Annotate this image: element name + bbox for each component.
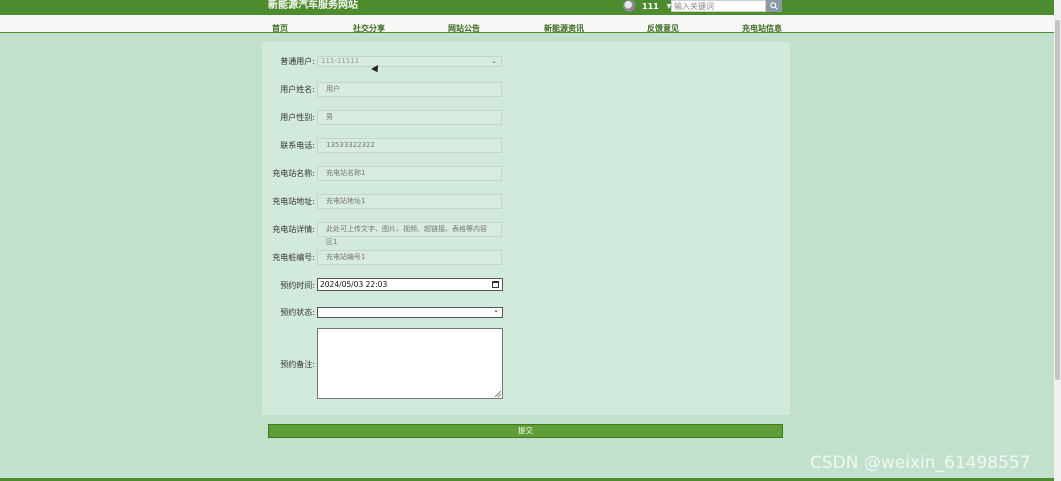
nav-item-charging-stations[interactable]: 充电站信息 (742, 24, 782, 34)
label-user-name: 用户姓名: (280, 85, 315, 94)
username[interactable]: 111 (642, 2, 659, 11)
label-phone: 联系电话: (280, 141, 315, 150)
chevron-down-icon: ⌄ (493, 306, 499, 314)
search-icon (770, 2, 778, 10)
booking-time-value: 2024/05/03 22:03 (320, 280, 388, 289)
label-booking-status: 预约状态: (280, 308, 315, 317)
user-menu[interactable]: 111 ▼ (623, 0, 671, 12)
site-title[interactable]: 新能源汽车服务网站 (268, 0, 358, 12)
station-name-field: 充电站名称1 (317, 166, 502, 181)
station-address-field: 充电站地址1 (317, 194, 502, 209)
nav-item-home[interactable]: 首页 (272, 24, 288, 34)
label-booking-remarks: 预约备注: (280, 360, 315, 369)
booking-time-input[interactable]: 2024/05/03 22:03 (317, 278, 503, 291)
resize-grip-icon[interactable] (495, 391, 501, 397)
pile-number-field: 充电站编号1 (317, 250, 502, 265)
station-details-field: 此处可上传文字、图片、视频、超链接、表格等内容区1 (317, 222, 502, 246)
label-station-address: 充电站地址: (272, 197, 315, 206)
booking-status-select[interactable]: ⌄ (317, 306, 503, 318)
avatar-icon[interactable] (623, 0, 636, 12)
nav-item-social-share[interactable]: 社交分享 (353, 24, 385, 34)
submit-button[interactable]: 提交 (268, 424, 783, 438)
label-booking-time: 预约时间: (280, 281, 315, 290)
label-station-name: 充电站名称: (272, 169, 315, 178)
search-input[interactable] (671, 0, 766, 12)
label-user-gender: 用户性别: (280, 113, 315, 122)
nav-bar (0, 15, 1061, 33)
scrollbar-thumb[interactable] (1055, 20, 1060, 380)
label-regular-user: 普通用户: (280, 57, 315, 66)
label-pile-number: 充电桩编号: (272, 253, 315, 262)
regular-user-select: 111-11111 ⌄ (317, 56, 502, 67)
phone-field: 13533322322 (317, 138, 502, 153)
label-station-details: 充电站详情: (272, 225, 315, 234)
top-header-bar (0, 0, 1061, 15)
nav-divider (0, 32, 1061, 33)
regular-user-value: 111-11111 (321, 57, 360, 65)
nav-item-announcements[interactable]: 网站公告 (448, 24, 480, 34)
nav-item-news[interactable]: 新能源资讯 (544, 24, 584, 34)
booking-remarks-textarea[interactable] (317, 328, 503, 399)
nav-item-feedback[interactable]: 反馈意见 (647, 24, 679, 34)
search-button[interactable] (766, 0, 782, 12)
chevron-down-icon: ⌄ (491, 57, 497, 65)
calendar-icon[interactable] (492, 281, 499, 288)
watermark: CSDN @weixin_61498557 (810, 453, 1031, 473)
user-name-field: 用户 (317, 82, 502, 97)
user-gender-field: 男 (317, 110, 502, 125)
